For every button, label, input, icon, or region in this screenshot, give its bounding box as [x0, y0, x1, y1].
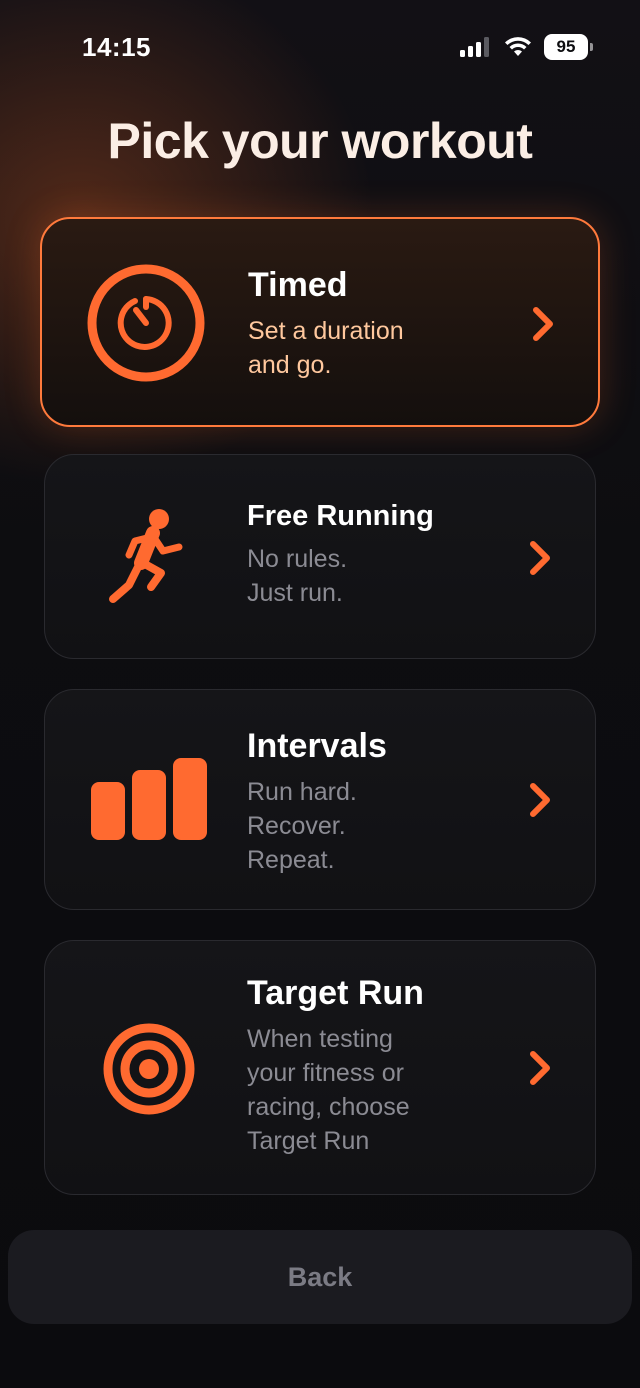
bars-icon: [89, 756, 209, 842]
workout-title: Target Run: [247, 974, 424, 1012]
workout-card-intervals[interactable]: Intervals Run hard. Recover. Repeat.: [44, 689, 596, 910]
workout-title: Intervals: [247, 727, 387, 765]
workout-text-timed: Timed Set a duration and go.: [248, 265, 404, 382]
workout-card-timed[interactable]: Timed Set a duration and go.: [40, 217, 600, 427]
page-title: Pick your workout: [107, 113, 533, 169]
workout-card-target-run[interactable]: Target Run When testing your fitness or …: [44, 940, 596, 1195]
signal-icon: [460, 37, 489, 57]
workout-text-target-run: Target Run When testing your fitness or …: [247, 973, 424, 1158]
status-icons: 95: [460, 34, 593, 60]
stopwatch-icon: [86, 263, 206, 383]
chevron-right-icon: [533, 307, 553, 341]
chevron-right-icon: [530, 1051, 550, 1085]
workout-title: Free Running: [247, 500, 434, 532]
battery-icon: 95: [544, 34, 593, 60]
target-icon: [103, 1023, 195, 1115]
status-bar: 14:15 95: [0, 0, 640, 96]
workout-description: Set a duration and go.: [248, 316, 404, 379]
workout-card-free-running[interactable]: Free Running No rules. Just run.: [44, 454, 596, 659]
workout-title: Timed: [248, 266, 348, 304]
workout-text-free-running: Free Running No rules. Just run.: [247, 499, 434, 610]
status-time: 14:15: [82, 32, 151, 62]
wifi-icon: [505, 37, 531, 56]
workout-description: Run hard. Recover. Repeat.: [247, 777, 357, 874]
chevron-right-icon: [530, 783, 550, 817]
runner-icon: [105, 505, 195, 605]
battery-level: 95: [556, 37, 576, 56]
workout-description: No rules. Just run.: [247, 544, 348, 607]
back-button[interactable]: Back: [8, 1230, 632, 1324]
workout-text-intervals: Intervals Run hard. Recover. Repeat.: [247, 726, 387, 877]
chevron-right-icon: [530, 541, 550, 575]
workout-description: When testing your fitness or racing, cho…: [247, 1024, 410, 1155]
